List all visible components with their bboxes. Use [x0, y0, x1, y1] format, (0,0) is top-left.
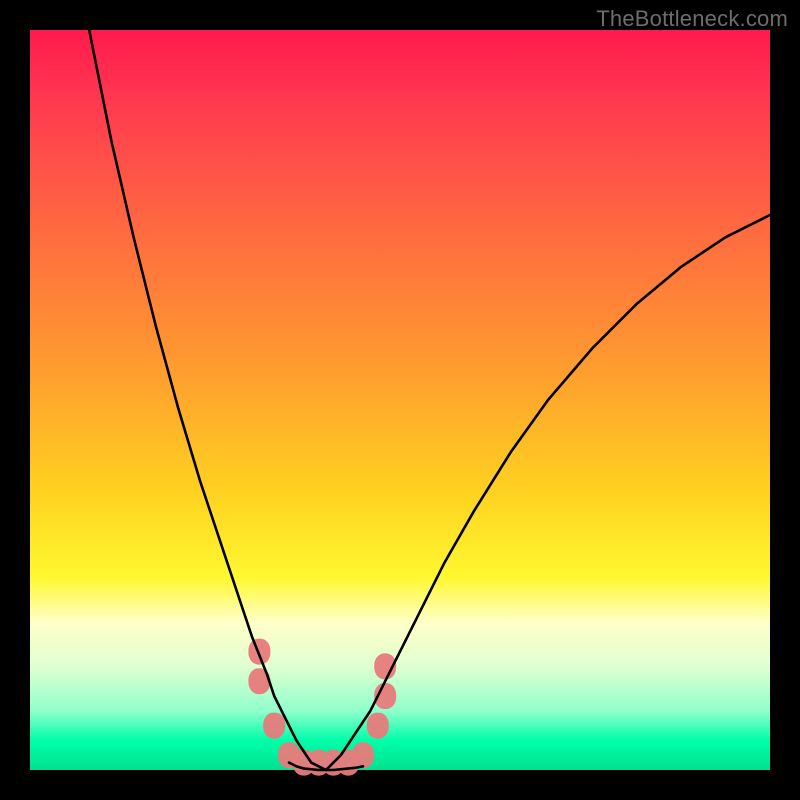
chart-plot-area: [30, 30, 770, 770]
line-layer: [89, 30, 770, 770]
chart-svg-overlay: [30, 30, 770, 770]
series-left-curve: [89, 30, 326, 770]
marker-marker-cluster-9: [367, 713, 389, 739]
marker-marker-cluster-0: [248, 639, 270, 665]
chart-stage: TheBottleneck.com: [0, 0, 800, 800]
marker-marker-cluster-2: [263, 713, 285, 739]
marker-marker-cluster-8: [352, 742, 374, 768]
marker-layer: [248, 639, 396, 776]
watermark-text: TheBottleneck.com: [596, 6, 788, 32]
